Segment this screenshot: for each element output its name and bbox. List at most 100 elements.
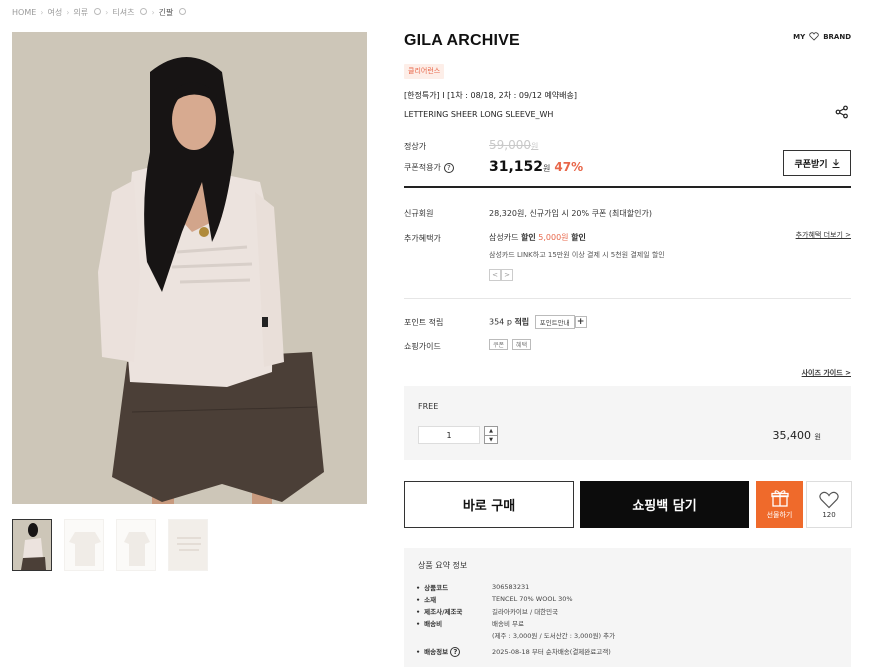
option-total-price: 35,400 원 [773,429,821,442]
summary-row: (제주 : 3,000원 / 도서산간 : 3,000원) 추가 [416,629,615,641]
help-icon[interactable]: ? [450,646,461,657]
original-price-value: 59,000 [489,138,531,152]
decrement-icon[interactable]: ▼ [485,436,497,444]
summary-key-text: 배송정보 [424,647,449,656]
gift-icon [770,490,789,507]
summary-value: 배송비 무료 [492,620,524,628]
brand-name[interactable]: GILA ARCHIVE [404,32,520,50]
get-coupon-label: 쿠폰받기 [794,159,828,170]
chevron-right-icon: › [40,7,44,17]
help-icon[interactable]: ? [443,162,454,173]
summary-row: 제조사/제조국길라아카이브 / 대한민국 [416,605,615,617]
product-main-image[interactable] [12,32,367,504]
summary-row: 상품코드306583231 [416,581,615,593]
option-size-label: FREE [418,402,439,411]
original-price-unit: 원 [531,142,539,151]
card-discount-amount: 5,000원 [538,233,569,242]
benefit-tag[interactable]: 혜택 [512,339,532,350]
heart-icon [819,491,839,508]
summary-value: 306583231 [492,583,530,591]
more-benefits-link[interactable]: 추가혜택 더보기 > [796,230,851,240]
selected-option-box: FREE ▲ ▼ 35,400 원 [404,386,851,460]
breadcrumb-clothing[interactable]: 의류 [73,7,88,18]
option-price-unit: 원 [814,433,821,441]
like-count: 120 [822,510,836,519]
coupon-price-label: 쿠폰적용가 [404,163,441,172]
get-coupon-button[interactable]: 쿠폰받기 [783,150,851,176]
card-name: 삼성카드 [489,233,519,242]
points-value: 354 p 적립 포인트안내 + [489,315,587,329]
breadcrumb-home[interactable]: HOME [12,8,36,17]
option-price-value: 35,400 [772,429,812,442]
benefits-divider [404,298,851,299]
breadcrumb-tshirts[interactable]: 티셔츠 [112,7,134,18]
sale-price-unit: 원 [543,164,551,173]
points-suffix: 적립 [514,317,530,327]
summary-row: 배송정보 ?2025-08-18 부터 순차배송(결제완료고객) [416,645,615,657]
summary-value: 길라아카이브 / 대한민국 [492,608,559,616]
chevron-right-icon: › [151,7,155,17]
discount-word: 할인 [521,233,536,242]
like-button[interactable]: 120 [806,481,852,528]
discount-rate: 47% [554,160,584,174]
buy-now-button[interactable]: 바로 구매 [404,481,574,528]
price-divider [404,186,851,188]
quantity-input[interactable] [418,426,480,444]
increment-icon[interactable]: ▲ [485,427,497,436]
sale-price-value: 31,152 [489,159,544,175]
size-guide-link[interactable]: 사이즈 가이드 > [802,368,851,378]
thumbnail-4[interactable] [168,519,208,571]
my-brand-button[interactable]: MY BRAND [793,32,851,41]
clearance-badge: 클리어런스 [404,64,445,79]
prev-arrow-icon[interactable]: < [489,269,501,281]
extra-benefit-value: 삼성카드 할인 5,000원 할인 [489,232,586,243]
thumbnail-detail-image [169,520,207,570]
summary-key: 배송정보 ? [416,646,492,657]
download-icon [832,158,840,168]
brand-label: BRAND [823,32,851,41]
summary-key: 상품코드 [416,582,492,592]
product-name: LETTERING SHEER LONG SLEEVE_WH [404,110,554,119]
chevron-right-icon: › [66,7,70,17]
thumbnail-1[interactable] [12,519,52,571]
promo-text: [한정특가] I [1차 : 08/18, 2차 : 09/12 예약배송] [404,91,578,100]
summary-key [416,631,492,639]
summary-list: 상품코드306583231 소재TENCEL 70% WOOL 30% 제조사/… [416,581,615,657]
dropdown-icon[interactable] [179,7,187,15]
next-arrow-icon[interactable]: > [501,269,513,281]
breadcrumb-longsleeve[interactable]: 긴팔 [159,7,174,18]
summary-key: 제조사/제조국 [416,606,492,616]
summary-title: 상품 요약 정보 [418,561,468,570]
sale-price: 31,152원 47% [489,159,583,175]
thumbnail-strip [12,519,208,571]
chevron-right-icon: › [105,7,109,17]
shopping-guide-tags: 쿠폰 혜택 [489,339,535,350]
gift-button[interactable]: 선물하기 [756,481,803,528]
original-price: 59,000원 [489,138,538,152]
quantity-stepper: ▲ ▼ [418,426,498,444]
add-to-bag-button[interactable]: 쇼핑백 담기 [580,481,749,528]
my-label: MY [793,32,806,41]
benefit-pager: < > [489,269,513,281]
breadcrumb: HOME › 여성 › 의류 › 티셔츠 › 긴팔 [12,6,187,18]
coupon-price-label-group: 쿠폰적용가 ? [404,162,454,173]
card-benefit-note: 삼성카드 LINK하고 15만원 이상 결제 시 5천원 결제일 할인 [489,251,665,259]
new-member-value: 28,320원, 신규가입 시 20% 쿠폰 (최대할인가) [489,209,652,218]
dropdown-icon[interactable] [94,7,102,15]
share-icon[interactable] [835,105,849,119]
thumbnail-2[interactable] [64,519,104,571]
dropdown-icon[interactable] [140,7,148,15]
summary-value: (제주 : 3,000원 / 도서산간 : 3,000원) 추가 [492,632,616,640]
heart-icon [809,32,819,41]
extra-benefit-label: 추가혜택가 [404,234,441,243]
thumbnail-back-image [117,520,155,570]
plus-icon[interactable]: + [574,316,587,328]
breadcrumb-women[interactable]: 여성 [47,7,62,18]
points-guide-button[interactable]: 포인트안내 [534,315,575,329]
summary-key: 소재 [416,594,492,604]
points-label: 포인트 적립 [404,318,444,327]
thumbnail-3[interactable] [116,519,156,571]
coupon-tag[interactable]: 쿠폰 [489,339,509,350]
thumbnail-model-image [13,520,51,570]
quantity-spinner: ▲ ▼ [484,426,498,444]
